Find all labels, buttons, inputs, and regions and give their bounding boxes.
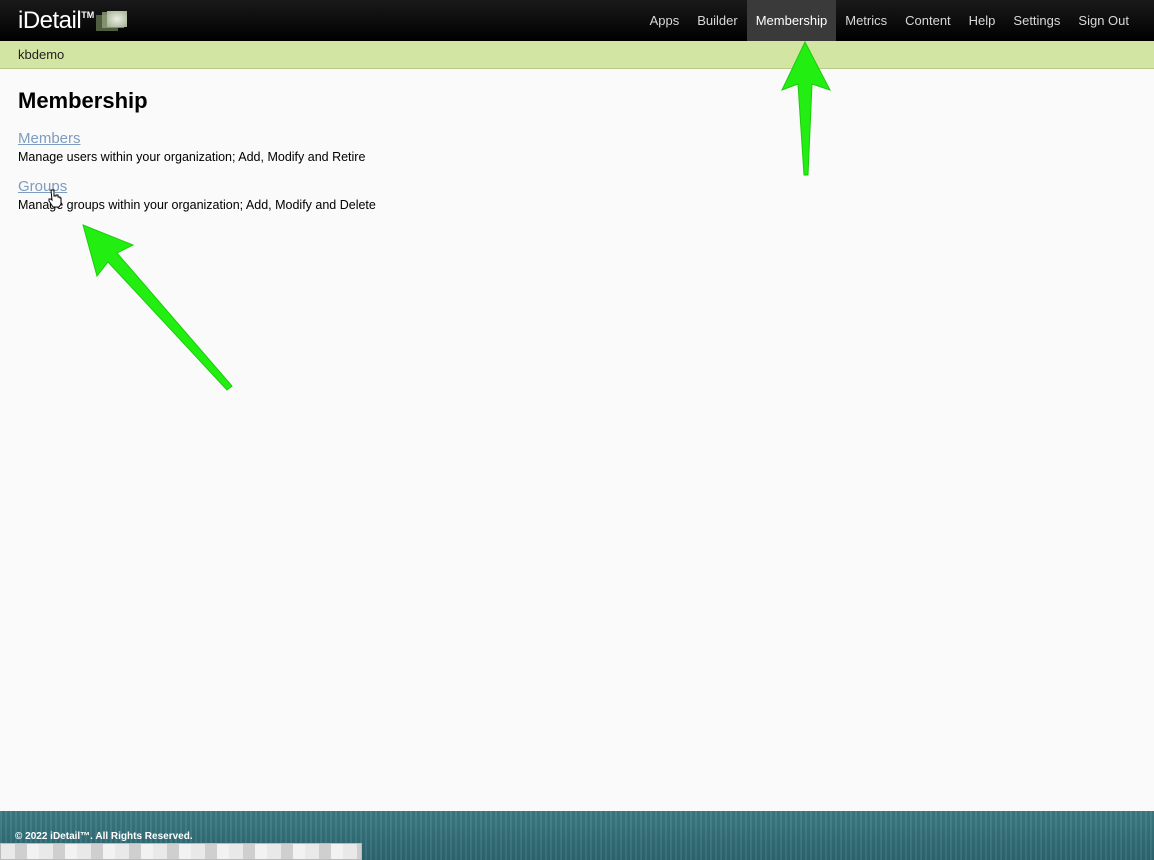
annotation-arrow-diagonal [82,224,233,391]
annotation-overlay [48,40,832,391]
hand-pointer-icon [48,189,62,208]
redacted-status-bar [0,843,362,860]
footer-copyright: © 2022 iDetail™. All Rights Reserved. [15,831,193,842]
annotation-arrow-up [781,40,832,176]
